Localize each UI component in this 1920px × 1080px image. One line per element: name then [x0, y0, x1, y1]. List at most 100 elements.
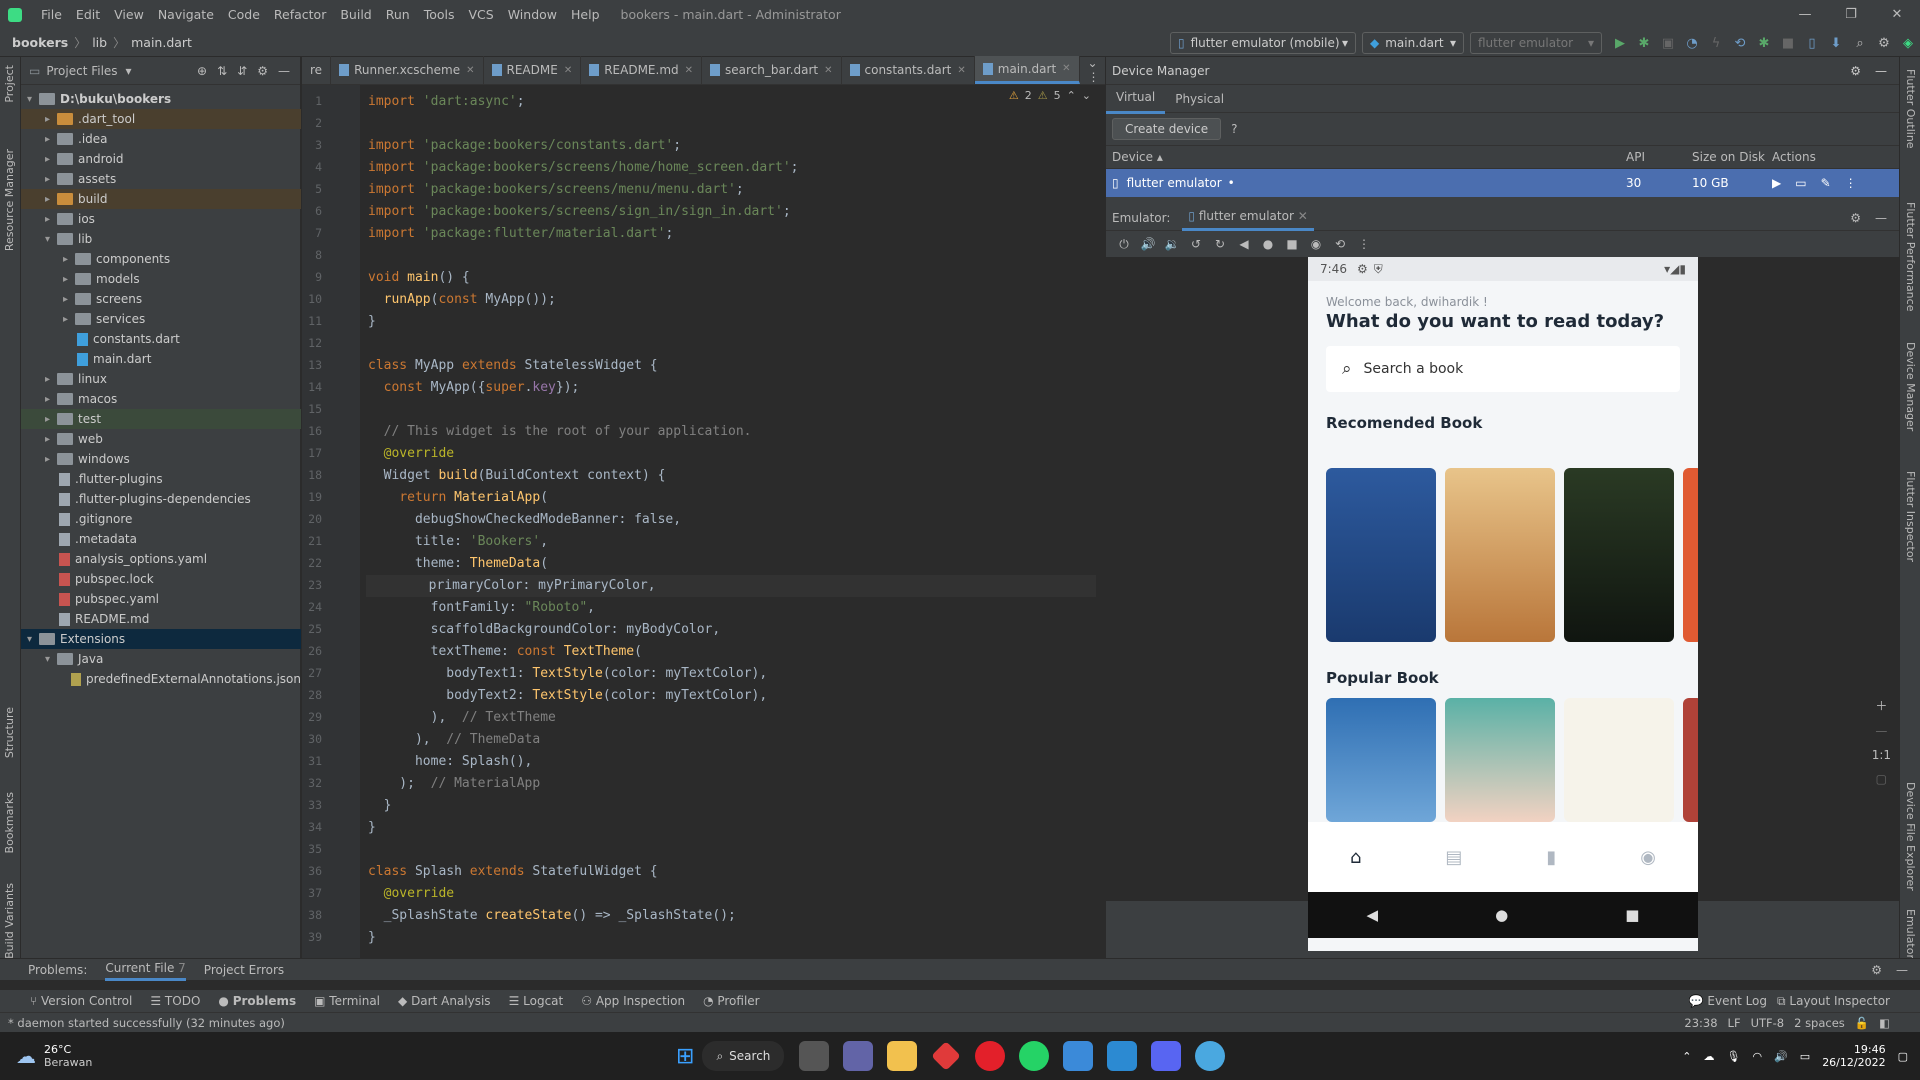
tool-window-logcat[interactable]: ☰ Logcat [509, 994, 564, 1008]
flutter-attach-icon[interactable]: ⟲ [1728, 32, 1752, 54]
menu-window[interactable]: Window [501, 7, 564, 22]
launch-icon[interactable]: ▶ [1772, 176, 1781, 190]
volume-icon[interactable]: 🔊 [1774, 1050, 1788, 1063]
opera-icon[interactable] [975, 1041, 1006, 1071]
home-nav-icon[interactable]: ⌂ [1350, 847, 1361, 868]
more-menu-icon[interactable]: ⋮ [1352, 237, 1376, 251]
settings-gear-icon[interactable]: ⚙ [1872, 32, 1896, 54]
whatsapp-icon[interactable] [1019, 1041, 1050, 1071]
editor-tab[interactable]: README.md ✕ [581, 56, 703, 84]
indent-setting[interactable]: 2 spaces [1794, 1016, 1845, 1030]
code-line[interactable]: _SplashState createState() => _SplashSta… [368, 905, 736, 927]
menu-file[interactable]: File [34, 7, 69, 22]
code-line[interactable]: bodyText2: TextStyle(color: myTextColor)… [368, 685, 767, 707]
tree-item[interactable]: ▸ android [21, 149, 301, 169]
menu-edit[interactable]: Edit [69, 7, 107, 22]
code-line[interactable]: import 'dart:async'; [368, 91, 525, 113]
ide-logo-icon[interactable]: ◈ [1896, 32, 1920, 54]
overview-icon[interactable]: ■ [1280, 237, 1304, 251]
code-line[interactable]: bodyText1: TextStyle(color: myTextColor)… [368, 663, 767, 685]
col-actions[interactable]: Actions [1772, 150, 1862, 164]
code-line[interactable]: import 'package:bookers/screens/sign_in/… [368, 201, 791, 223]
hide-icon[interactable]: — [278, 64, 290, 78]
hide-icon[interactable]: — [1875, 211, 1887, 225]
memory-icon[interactable]: ◧ [1879, 1016, 1890, 1030]
chevron-right-icon[interactable]: ▸ [45, 134, 57, 145]
gear-icon[interactable]: ⚙ [1871, 963, 1882, 977]
editor-tab[interactable]: Runner.xcscheme ✕ [331, 56, 484, 84]
tree-item[interactable]: predefinedExternalAnnotations.json [21, 669, 301, 689]
device-manager-icon[interactable]: ▯ [1800, 32, 1824, 54]
weather-widget[interactable]: ☁ 26°C Berawan [16, 1043, 92, 1069]
chevron-right-icon[interactable]: ▸ [45, 114, 57, 125]
book-cover-the-game[interactable] [1445, 698, 1555, 822]
chevron-up-icon[interactable]: ⌃ [1067, 89, 1076, 102]
code-line[interactable]: } [368, 311, 376, 333]
hide-icon[interactable]: — [1875, 64, 1887, 78]
clock[interactable]: 19:46 26/12/2022 [1822, 1043, 1885, 1069]
book-cover-partial[interactable] [1683, 468, 1698, 642]
breadcrumb-project[interactable]: bookers [6, 35, 74, 50]
chevron-up-icon[interactable]: ⌃ [1682, 1050, 1691, 1063]
locate-icon[interactable]: ⊕ [197, 64, 207, 78]
menu-run[interactable]: Run [379, 7, 417, 22]
tree-item[interactable]: ▸ ios [21, 209, 301, 229]
edit-pencil-icon[interactable]: ✎ [1821, 176, 1831, 190]
code-line[interactable]: scaffoldBackgroundColor: myBodyColor, [368, 619, 721, 641]
device-manager-tab[interactable]: Device Manager [1904, 342, 1917, 431]
expand-all-icon[interactable]: ⇅ [217, 64, 227, 78]
editor-tab[interactable]: main.dart ✕ [974, 56, 1080, 84]
tree-item[interactable]: ▸ .dart_tool [21, 109, 301, 129]
menu-view[interactable]: View [107, 7, 151, 22]
tree-item[interactable]: pubspec.lock [21, 569, 301, 589]
bug-attach-icon[interactable]: ✱ [1752, 32, 1776, 54]
code-line[interactable]: } [368, 817, 376, 839]
gear-icon[interactable]: ⚙ [1850, 211, 1861, 225]
wifi-icon[interactable]: ◠ [1752, 1050, 1762, 1063]
device-file-explorer-tab[interactable]: Device File Explorer [1904, 782, 1917, 891]
teams-icon[interactable] [843, 1041, 874, 1071]
project-tool-tab[interactable]: Project [3, 65, 16, 103]
editor-tab[interactable]: re [302, 56, 332, 84]
browser-icon[interactable] [1195, 1041, 1226, 1071]
device-row[interactable]: ▯ flutter emulator • 30 10 GB ▶ ▭ ✎ ⋮ [1106, 169, 1899, 197]
code-line[interactable]: import 'package:flutter/material.dart'; [368, 223, 673, 245]
code-line[interactable]: return MaterialApp( [368, 487, 548, 509]
search-everywhere-icon[interactable]: ⌕ [1848, 32, 1872, 54]
code-line[interactable]: debugShowCheckedModeBanner: false, [368, 509, 681, 531]
code-line[interactable]: theme: ThemeData( [368, 553, 548, 575]
tool-window-profiler[interactable]: ◔ Profiler [703, 994, 760, 1008]
home-icon[interactable]: ● [1256, 237, 1280, 251]
chevron-right-icon[interactable]: ▸ [45, 214, 57, 225]
mic-icon[interactable]: 🎙 [1727, 1050, 1741, 1063]
tree-item[interactable]: ▾ lib [21, 229, 301, 249]
close-icon[interactable]: ✕ [564, 65, 572, 76]
tree-item[interactable]: .metadata [21, 529, 301, 549]
code-line[interactable]: textTheme: const TextTheme( [368, 641, 642, 663]
stop-icon[interactable]: ■ [1776, 32, 1800, 54]
editor-tab[interactable]: search_bar.dart ✕ [702, 56, 842, 84]
hide-icon[interactable]: — [1896, 963, 1908, 977]
tree-item[interactable]: ▸ models [21, 269, 301, 289]
tabs-overflow-icon[interactable]: ⌄ ⋮ [1080, 56, 1108, 84]
chevron-down-icon[interactable]: ▾ [45, 234, 57, 245]
rotate-left-icon[interactable]: ↺ [1184, 237, 1208, 251]
tab-project-errors[interactable]: Project Errors [204, 963, 284, 977]
power-icon[interactable]: ⏻ [1112, 237, 1136, 252]
volume-down-icon[interactable]: 🔉 [1160, 237, 1184, 251]
menu-help[interactable]: Help [564, 7, 607, 22]
resource-manager-tab[interactable]: Resource Manager [3, 149, 16, 251]
caret-position[interactable]: 23:38 [1684, 1016, 1717, 1030]
chevron-right-icon[interactable]: ▸ [63, 314, 75, 325]
code-line[interactable]: home: Splash(), [368, 751, 532, 773]
code-line[interactable]: import 'package:bookers/constants.dart'; [368, 135, 681, 157]
code-line[interactable]: Widget build(BuildContext context) { [368, 465, 666, 487]
tree-item[interactable]: pubspec.yaml [21, 589, 301, 609]
close-icon[interactable]: ✕ [685, 65, 693, 76]
code-line[interactable]: import 'package:bookers/screens/menu/men… [368, 179, 744, 201]
device-selector[interactable]: ▯ flutter emulator (mobile) ▾ [1170, 32, 1356, 54]
sdk-manager-icon[interactable]: ⬇ [1824, 32, 1848, 54]
android-home-icon[interactable]: ● [1495, 906, 1508, 924]
project-view-selector[interactable]: Project Files [46, 64, 117, 78]
chevron-right-icon[interactable]: ▸ [45, 194, 57, 205]
